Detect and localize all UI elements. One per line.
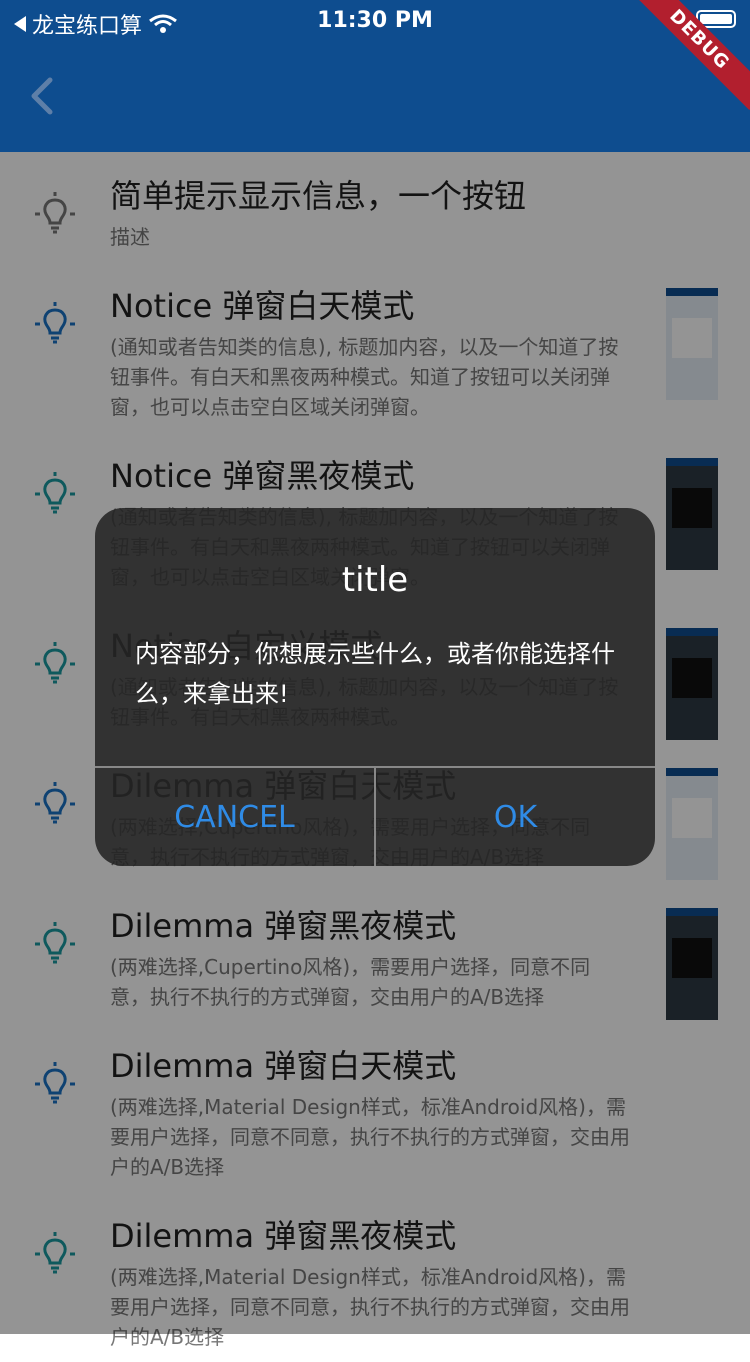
cancel-button[interactable]: CANCEL xyxy=(95,768,374,866)
dialog-content: 内容部分，你想展示些什么，或者你能选择什么，来拿出来! xyxy=(135,640,615,708)
ok-button[interactable]: OK xyxy=(376,768,655,866)
app-bar xyxy=(0,40,750,152)
status-bar: 龙宝练口算 11:30 PM xyxy=(0,0,750,40)
dialog-title: title xyxy=(341,560,409,600)
dialog-actions: CANCEL OK xyxy=(95,766,655,866)
alert-dialog: title 内容部分，你想展示些什么，或者你能选择什么，来拿出来! CANCEL… xyxy=(95,508,655,866)
clock: 11:30 PM xyxy=(317,8,433,33)
back-arrow-icon[interactable] xyxy=(24,76,64,116)
